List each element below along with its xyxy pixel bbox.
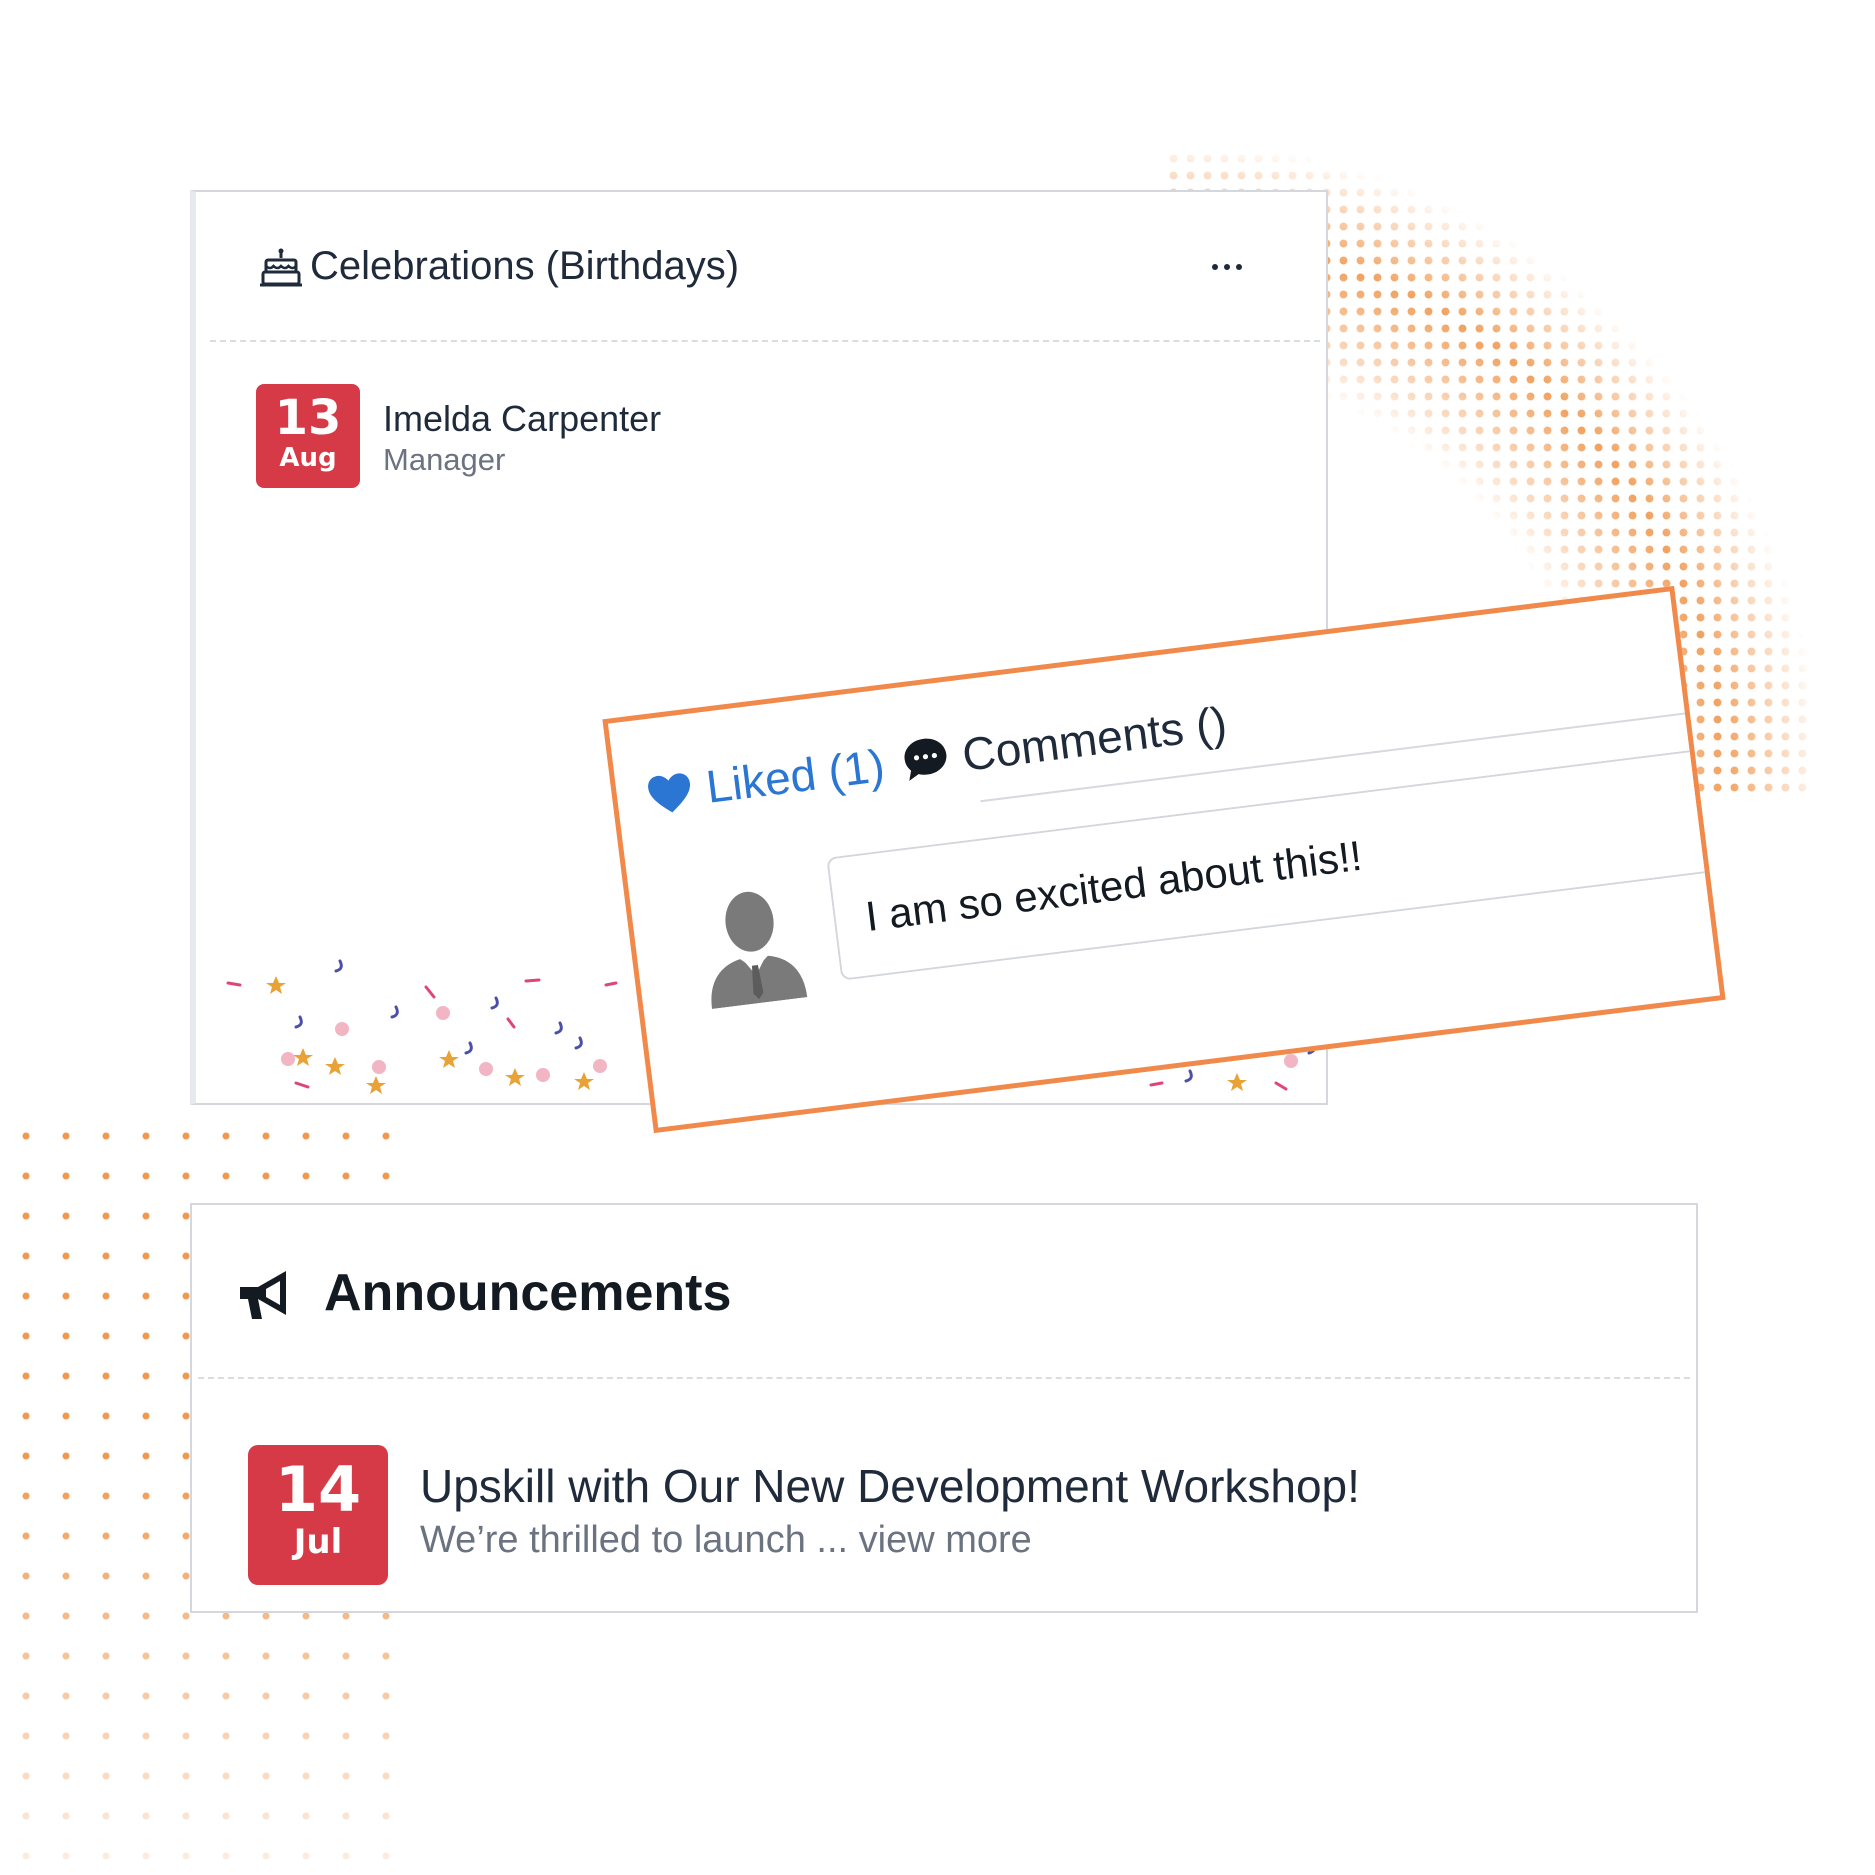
comments-button[interactable]: Comments (): [959, 695, 1229, 781]
announcement-date-badge: 14 Jul: [248, 1445, 388, 1585]
comment-text[interactable]: I am so excited about this!!: [863, 832, 1365, 941]
birthday-day: 13: [274, 390, 342, 446]
celebrations-title: Celebrations (Birthdays): [310, 244, 740, 288]
heart-icon[interactable]: [645, 770, 696, 817]
announcement-list-item[interactable]: 14 Jul Upskill with Our New Development …: [248, 1445, 1648, 1585]
chat-bubble-icon[interactable]: [900, 734, 951, 783]
announcement-day: 14: [274, 1453, 362, 1526]
comment-input[interactable]: I am so excited about this!!: [826, 746, 1726, 981]
announcements-header: Announcements: [198, 1205, 1690, 1379]
person-name[interactable]: Imelda Carpenter: [383, 398, 661, 440]
birthday-date-badge: 13 Aug: [256, 384, 360, 488]
view-more-link[interactable]: view more: [859, 1519, 1032, 1561]
celebrations-header: Celebrations (Birthdays): [210, 192, 1320, 342]
announcement-headline[interactable]: Upskill with Our New Development Worksho…: [420, 1459, 1360, 1513]
avatar-icon: [711, 891, 808, 1010]
announcements-card: Announcements 14 Jul Upskill with Our Ne…: [190, 1203, 1698, 1613]
birthday-month: Aug: [279, 443, 337, 473]
announcement-month: Jul: [293, 1522, 343, 1562]
person-role: Manager: [383, 442, 506, 477]
birthday-list-item[interactable]: 13 Aug Imelda Carpenter Manager: [256, 384, 956, 494]
announcement-snippet-text: We’re thrilled to launch ...: [420, 1519, 849, 1561]
cake-icon: [260, 248, 302, 287]
announcements-title: Announcements: [324, 1264, 732, 1322]
announcement-snippet: We’re thrilled to launch ... view more: [420, 1519, 1032, 1562]
more-options-button[interactable]: [1210, 252, 1246, 282]
liked-button[interactable]: Liked (1): [703, 738, 887, 814]
megaphone-icon: [240, 1271, 286, 1319]
